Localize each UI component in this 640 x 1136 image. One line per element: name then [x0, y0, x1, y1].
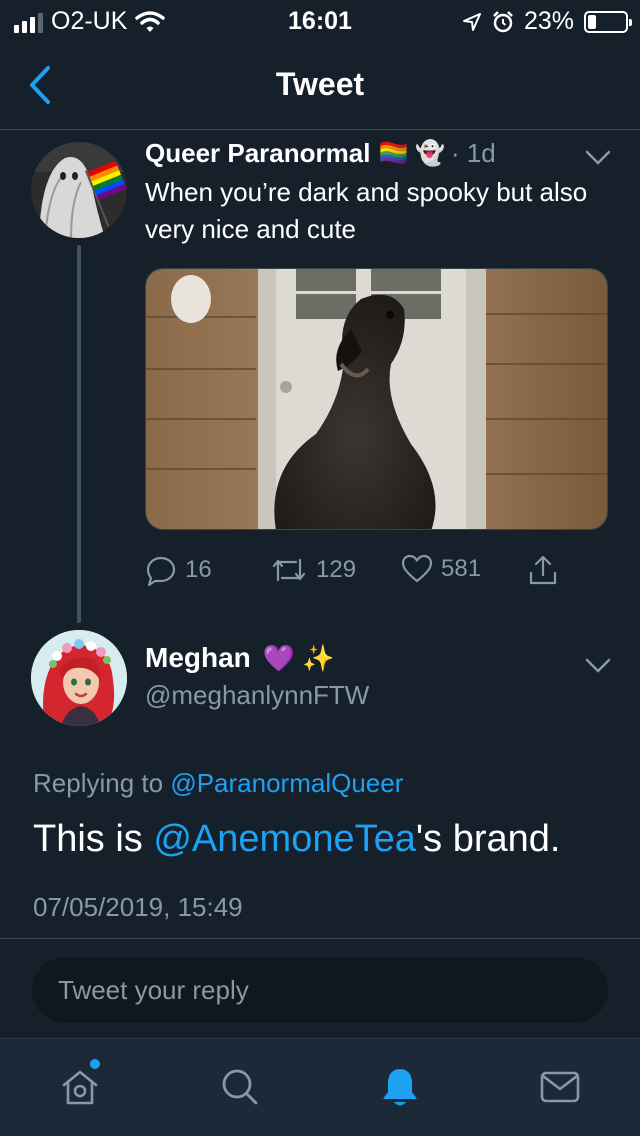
- chevron-down-icon[interactable]: [585, 150, 611, 166]
- retweet-count: 129: [316, 556, 357, 583]
- reply-author-handle[interactable]: @meghanlynnFTW: [145, 680, 369, 711]
- tab-bar: [0, 1038, 640, 1136]
- home-icon[interactable]: [58, 1065, 102, 1109]
- duckling-photo: [146, 269, 607, 529]
- tweet-photo-duckling[interactable]: [145, 268, 608, 530]
- status-bar: O2-UK 16:01 23%: [0, 0, 640, 40]
- ghost-avatar-image: [31, 142, 127, 238]
- replying-to-line: Replying to @ParanormalQueer: [33, 768, 403, 799]
- tweet-reply-input[interactable]: Tweet your reply: [32, 957, 608, 1023]
- battery-icon: [584, 10, 632, 33]
- alarm-icon: [493, 10, 513, 32]
- reply-text-after: 's brand.: [415, 818, 561, 860]
- avatar-meghan[interactable]: [31, 630, 127, 726]
- reply-icon: [146, 556, 176, 586]
- tweet-actions: 16 129 581: [145, 554, 585, 590]
- chevron-down-icon[interactable]: [585, 658, 611, 674]
- notifications-icon[interactable]: [378, 1065, 422, 1109]
- like-icon: [401, 554, 433, 583]
- replying-prefix: Replying to: [33, 768, 164, 798]
- retweet-action[interactable]: 129: [270, 554, 356, 586]
- thread-connector-line: [77, 245, 81, 623]
- like-count: 581: [441, 555, 482, 582]
- search-icon[interactable]: [218, 1065, 262, 1109]
- reply-mention-link[interactable]: @AnemoneTea: [153, 818, 416, 860]
- author-emoji: 🏳️‍🌈 👻: [378, 140, 445, 167]
- avatar-queer-paranormal[interactable]: [31, 142, 127, 238]
- home-notification-dot: [90, 1059, 100, 1069]
- reply-author-row: Meghan 💜 ✨: [145, 642, 335, 674]
- original-tweet-header: Queer Paranormal 🏳️‍🌈 👻 · 1d: [145, 138, 496, 169]
- battery-fill: [588, 14, 596, 29]
- retweet-icon: [272, 558, 306, 582]
- status-right: 23%: [462, 7, 632, 36]
- author-name[interactable]: Queer Paranormal: [145, 138, 370, 169]
- share-icon: [529, 555, 557, 585]
- messages-icon[interactable]: [538, 1065, 582, 1109]
- location-arrow-icon: [462, 12, 481, 31]
- battery-percent: 23%: [523, 7, 574, 35]
- tweet-timestamp: 07/05/2019, 15:49: [33, 892, 243, 922]
- reply-composer-bar: Tweet your reply: [0, 938, 640, 1038]
- tweet-text: When you’re dark and spooky but also ver…: [145, 177, 588, 244]
- tweet-age: · 1d: [450, 138, 496, 168]
- reply-tweet-text: This is @AnemoneTea's brand.: [33, 818, 560, 861]
- page-title: Tweet: [275, 66, 365, 102]
- reply-author-emoji: 💜 ✨: [262, 642, 335, 673]
- like-action[interactable]: 581: [401, 554, 481, 584]
- reply-action[interactable]: 16: [145, 554, 212, 586]
- nav-bar: Tweet: [0, 40, 640, 130]
- replying-to-mention[interactable]: @ParanormalQueer: [170, 768, 403, 798]
- meghan-avatar-image: [31, 630, 127, 726]
- share-action[interactable]: [527, 554, 559, 586]
- reply-count: 16: [185, 556, 212, 583]
- reply-author-name[interactable]: Meghan: [145, 642, 251, 674]
- reply-text-before: This is: [33, 818, 154, 860]
